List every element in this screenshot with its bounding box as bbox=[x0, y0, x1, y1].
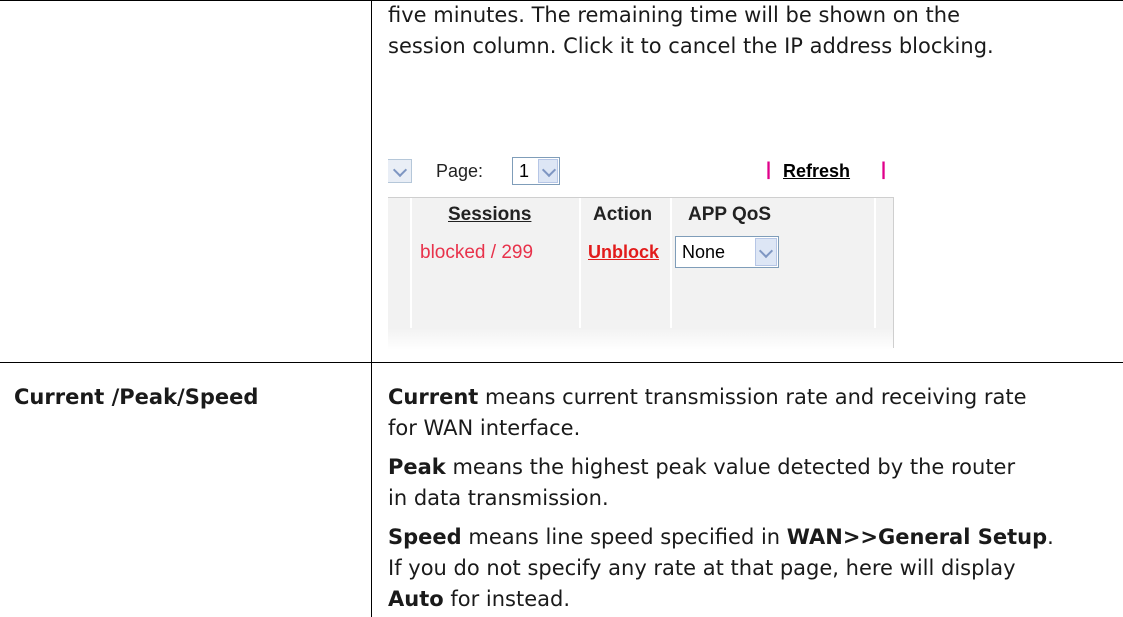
chevron-down-icon bbox=[392, 162, 408, 178]
truncated-select[interactable] bbox=[388, 159, 412, 183]
page-label: Page: bbox=[436, 161, 484, 181]
column-separator bbox=[670, 198, 672, 348]
wan-general-setup-ref: WAN>>General Setup bbox=[786, 525, 1048, 549]
peak-description-cont: in data transmission. bbox=[388, 486, 609, 510]
auto-term: Auto bbox=[388, 587, 444, 611]
current-term: Current bbox=[388, 385, 479, 409]
app-qos-select[interactable]: None bbox=[675, 236, 779, 268]
pager-row: Page: 1 | Refresh | bbox=[388, 153, 893, 189]
app-qos-select-button[interactable] bbox=[755, 238, 777, 266]
table-fade bbox=[388, 328, 893, 350]
peak-term: Peak bbox=[388, 455, 446, 479]
speed-text-final: for instead. bbox=[443, 587, 571, 611]
speed-term: Speed bbox=[388, 525, 462, 549]
action-header: Action bbox=[593, 204, 653, 225]
current-text: means current transmission rate and rece… bbox=[478, 385, 1027, 409]
peak-text: means the highest peak value detected by… bbox=[445, 455, 1016, 479]
speed-description-cont2: Auto for instead. bbox=[388, 584, 570, 615]
refresh-link[interactable]: Refresh bbox=[783, 161, 850, 182]
chevron-down-icon bbox=[758, 243, 774, 259]
column-divider bbox=[371, 0, 372, 617]
page-select-button[interactable] bbox=[538, 159, 558, 183]
current-description-cont: for WAN interface. bbox=[388, 416, 581, 440]
page-select[interactable]: 1 bbox=[512, 157, 560, 185]
app-qos-value: None bbox=[682, 242, 726, 262]
sessions-header[interactable]: Sessions bbox=[448, 204, 531, 226]
sessions-value: blocked / 299 bbox=[420, 242, 534, 263]
column-separator bbox=[579, 198, 581, 348]
chevron-down-icon bbox=[541, 162, 557, 178]
column-separator bbox=[874, 198, 876, 348]
speed-description: Speed means line speed specified in WAN>… bbox=[388, 522, 1054, 553]
description-line: five minutes. The remaining time will be… bbox=[388, 3, 961, 27]
column-separator bbox=[410, 198, 412, 348]
unblock-link[interactable]: Unblock bbox=[588, 242, 659, 263]
peak-description: Peak means the highest peak value detect… bbox=[388, 452, 1015, 483]
current-description: Current means current transmission rate … bbox=[388, 382, 1027, 413]
description-line: session column. Click it to cancel the I… bbox=[388, 34, 994, 58]
row-divider bbox=[0, 362, 1123, 363]
speed-description-cont: If you do not specify any rate at that p… bbox=[388, 556, 1016, 580]
session-grid: Sessions Action APP QoS blocked / 299 Un… bbox=[388, 197, 894, 350]
session-block-screenshot: Page: 1 | Refresh | Sessions Action APP … bbox=[388, 145, 894, 355]
speed-text: means line speed specified in bbox=[461, 525, 787, 549]
app-qos-header: APP QoS bbox=[688, 204, 772, 225]
page-select-value: 1 bbox=[519, 161, 530, 181]
separator: | bbox=[766, 159, 772, 179]
speed-text-end: . bbox=[1047, 525, 1054, 549]
item-label: Current /Peak/Speed bbox=[14, 385, 259, 409]
separator: | bbox=[881, 159, 887, 179]
